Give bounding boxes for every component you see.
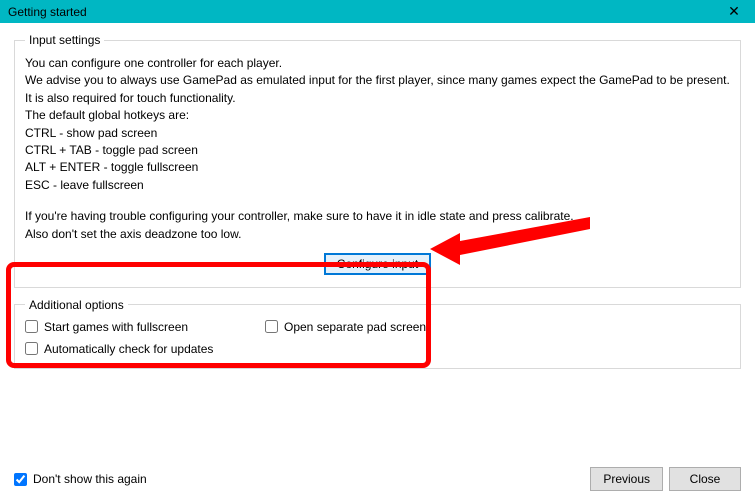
info-line: CTRL - show pad screen [25,125,730,142]
content-area: Input settings You can configure one con… [0,23,755,389]
info-line: ALT + ENTER - toggle fullscreen [25,159,730,176]
info-line: ESC - leave fullscreen [25,177,730,194]
option-fullscreen-label: Start games with fullscreen [44,320,188,334]
additional-options-legend: Additional options [25,298,128,312]
dont-show-again-label: Don't show this again [33,472,147,486]
window-title: Getting started [8,5,87,19]
option-separate-pad-checkbox[interactable] [265,320,278,333]
input-settings-text: You can configure one controller for eac… [25,55,730,243]
info-line: We advise you to always use GamePad as e… [25,72,730,89]
option-auto-update-label: Automatically check for updates [44,342,213,356]
configure-input-row: Configure input [25,253,730,275]
dont-show-again[interactable]: Don't show this again [14,472,147,486]
input-settings-legend: Input settings [25,33,104,47]
option-fullscreen-checkbox[interactable] [25,320,38,333]
info-line: It is also required for touch functional… [25,90,730,107]
option-auto-update[interactable]: Automatically check for updates [25,342,255,356]
additional-options-group: Additional options Start games with full… [14,298,741,369]
close-button[interactable]: Close [669,467,741,491]
info-line: If you're having trouble configuring you… [25,208,730,225]
option-separate-pad-label: Open separate pad screen [284,320,426,334]
titlebar: Getting started ✕ [0,0,755,23]
info-line: The default global hotkeys are: [25,107,730,124]
option-auto-update-checkbox[interactable] [25,342,38,355]
input-settings-group: Input settings You can configure one con… [14,33,741,288]
option-fullscreen[interactable]: Start games with fullscreen [25,320,255,334]
info-line: CTRL + TAB - toggle pad screen [25,142,730,159]
configure-input-button[interactable]: Configure input [324,253,431,275]
dont-show-again-checkbox[interactable] [14,473,27,486]
info-line: You can configure one controller for eac… [25,55,730,72]
previous-button[interactable]: Previous [590,467,663,491]
info-line: Also don't set the axis deadzone too low… [25,226,730,243]
option-separate-pad[interactable]: Open separate pad screen [265,320,730,334]
footer-buttons: Previous Close [590,467,741,491]
footer: Don't show this again Previous Close [14,467,741,491]
close-icon[interactable]: ✕ [719,3,749,20]
